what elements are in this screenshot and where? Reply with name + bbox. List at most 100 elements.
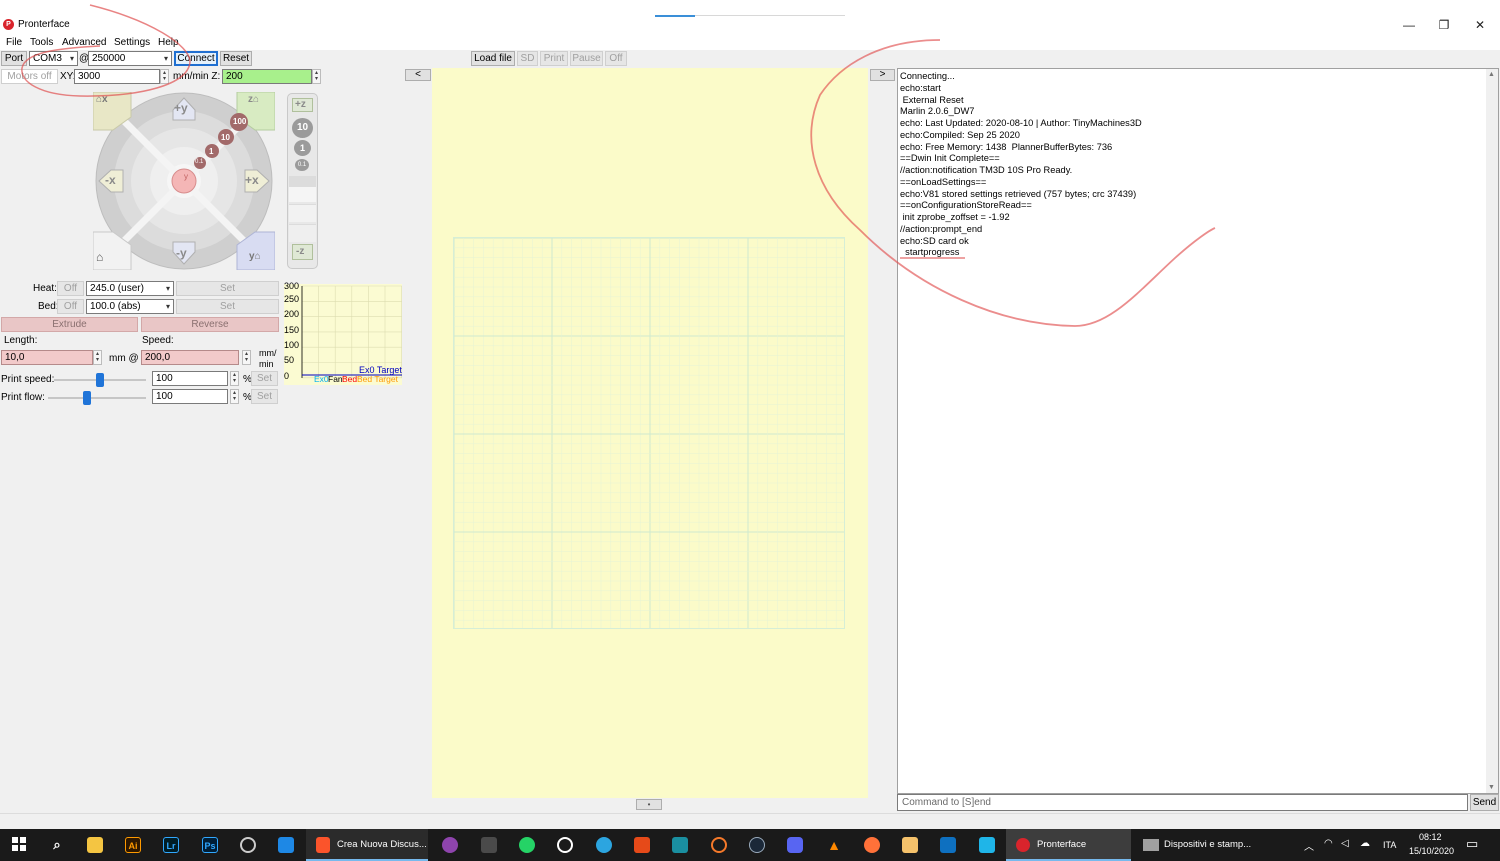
windows-start-icon[interactable] [11, 837, 27, 853]
scroll-down-icon[interactable]: ▼ [1488, 784, 1495, 791]
taskbar-app-pronterface[interactable]: Pronterface [1006, 829, 1131, 861]
baud-select[interactable]: 250000 ▾ [88, 51, 172, 66]
z-jog-control[interactable]: +z 10 1 0.1 -z [287, 93, 318, 269]
discord-icon[interactable] [787, 837, 803, 853]
z-jog-down-band-2[interactable] [289, 204, 316, 222]
xy-speed-spinner[interactable]: ▴ ▾ [160, 69, 169, 84]
heat-temp-select[interactable]: 245.0 (user) ▾ [86, 281, 174, 296]
build-plate-view[interactable] [432, 68, 868, 798]
extrude-button[interactable]: Extrude [1, 317, 138, 332]
clock-time[interactable]: 08:12 [1419, 832, 1442, 842]
print-speed-set-button[interactable]: Set [251, 371, 278, 386]
jog-step-1[interactable]: 1 [209, 147, 213, 156]
port-button[interactable]: Port [1, 51, 27, 66]
wifi-icon[interactable]: ◠ [1324, 838, 1333, 849]
z-jog-down-band-1[interactable] [289, 186, 316, 202]
send-button[interactable]: Send [1470, 794, 1499, 811]
search-icon[interactable]: ⌕ [49, 837, 65, 853]
z-step-0-1[interactable]: 0.1 [295, 159, 309, 171]
z-step-1[interactable]: 1 [294, 140, 311, 156]
print-button[interactable]: Print [540, 51, 568, 66]
xy-speed-input[interactable]: 3000 [74, 69, 160, 84]
vlc-icon[interactable]: ▲ [826, 837, 842, 853]
steam-icon[interactable] [749, 837, 765, 853]
visual-studio-icon[interactable] [278, 837, 294, 853]
print-flow-spinner[interactable]: ▴ ▾ [230, 389, 239, 404]
motors-off-button[interactable]: Motors off [1, 69, 58, 84]
minimize-button[interactable]: — [1399, 17, 1419, 33]
print-flow-input[interactable]: 100 [152, 389, 228, 404]
onenote-icon[interactable] [940, 837, 956, 853]
sd-button[interactable]: SD [517, 51, 538, 66]
ccleaner-icon[interactable] [979, 837, 995, 853]
bed-temp-select[interactable]: 100.0 (abs) ▾ [86, 299, 174, 314]
notepad-icon[interactable] [902, 837, 918, 853]
speed-input[interactable]: 200,0 [141, 350, 239, 365]
off-button[interactable]: Off [605, 51, 627, 66]
menu-advanced[interactable]: Advanced [62, 37, 106, 48]
print-flow-set-button[interactable]: Set [251, 389, 278, 404]
console-scrollbar[interactable]: ▲ ▼ [1486, 69, 1498, 793]
illustrator-icon[interactable]: Ai [125, 837, 141, 853]
close-button[interactable]: ✕ [1470, 17, 1490, 33]
taskbar-app-browser[interactable]: Crea Nuova Discus... [306, 829, 428, 861]
language-indicator[interactable]: ITA [1383, 840, 1396, 850]
calculator-icon[interactable] [481, 837, 497, 853]
heat-off-button[interactable]: Off [57, 281, 84, 296]
jog-step-10[interactable]: 10 [221, 133, 230, 142]
jog-step-0-1[interactable]: 0.1 [195, 159, 203, 165]
load-file-button[interactable]: Load file [471, 51, 515, 66]
lightroom-icon[interactable]: Lr [163, 837, 179, 853]
scroll-up-icon[interactable]: ▲ [1488, 71, 1495, 78]
console-log[interactable]: Connecting... echo:start External Reset Ma… [897, 68, 1499, 794]
volume-icon[interactable]: ◁ [1341, 838, 1349, 849]
connect-button[interactable]: Connect [174, 51, 218, 66]
length-input[interactable]: 10,0 [1, 350, 93, 365]
taskbar-app-devices[interactable]: Dispositivi e stamp... [1133, 829, 1265, 861]
file-explorer-icon[interactable] [87, 837, 103, 853]
home-x-icon[interactable]: ⌂x [96, 94, 108, 105]
z-speed-input[interactable]: 200 [222, 69, 312, 84]
home-all-icon[interactable]: ⌂ [96, 250, 103, 264]
cura-icon[interactable] [672, 837, 688, 853]
chrome-icon[interactable] [240, 837, 256, 853]
menu-settings[interactable]: Settings [114, 37, 150, 48]
firefox-icon[interactable] [864, 837, 880, 853]
whatsapp-icon[interactable] [519, 837, 535, 853]
jog-center[interactable]: y [184, 172, 188, 181]
z-jog-down-band-3[interactable] [289, 224, 316, 242]
jog-plus-x-button[interactable]: +x [245, 173, 259, 187]
clock-date[interactable]: 15/10/2020 [1409, 846, 1454, 856]
menu-file[interactable]: File [6, 37, 22, 48]
jog-plus-y-button[interactable]: +y [174, 101, 188, 115]
recorder-icon[interactable] [557, 837, 573, 853]
menu-help[interactable]: Help [158, 37, 179, 48]
z-step-10[interactable]: 10 [292, 118, 313, 138]
jog-step-100[interactable]: 100 [233, 117, 246, 126]
jog-minus-y-button[interactable]: -y [176, 246, 187, 260]
cloud-icon[interactable]: ☁ [1360, 838, 1370, 849]
port-select[interactable]: COM3 ▾ [29, 51, 78, 66]
print-flow-slider-thumb[interactable] [83, 391, 91, 405]
print-speed-spinner[interactable]: ▴ ▾ [230, 371, 239, 386]
command-input[interactable]: Command to [S]end [897, 794, 1468, 811]
print-speed-slider-thumb[interactable] [96, 373, 104, 387]
photoshop-icon[interactable]: Ps [202, 837, 218, 853]
print-flow-slider[interactable] [48, 391, 146, 405]
bed-set-button[interactable]: Set [176, 299, 279, 314]
telegram-icon[interactable] [596, 837, 612, 853]
print-speed-input[interactable]: 100 [152, 371, 228, 386]
reverse-button[interactable]: Reverse [141, 317, 279, 332]
home-z-icon[interactable]: z⌂ [248, 94, 259, 105]
collapse-left-button[interactable]: < [405, 69, 431, 81]
tray-overflow-icon[interactable]: ︿ [1304, 838, 1314, 853]
reset-button[interactable]: Reset [220, 51, 252, 66]
git-icon[interactable] [634, 837, 650, 853]
restore-button[interactable]: ❐ [1434, 17, 1454, 33]
jog-minus-x-button[interactable]: -x [105, 173, 116, 187]
speed-spinner[interactable]: ▴ ▾ [242, 350, 251, 365]
z-speed-spinner[interactable]: ▴ ▾ [312, 69, 321, 84]
toggle-bottom-button[interactable]: • [636, 799, 662, 810]
blender-icon[interactable] [711, 837, 727, 853]
jog-minus-z-button[interactable]: -z [292, 244, 313, 260]
